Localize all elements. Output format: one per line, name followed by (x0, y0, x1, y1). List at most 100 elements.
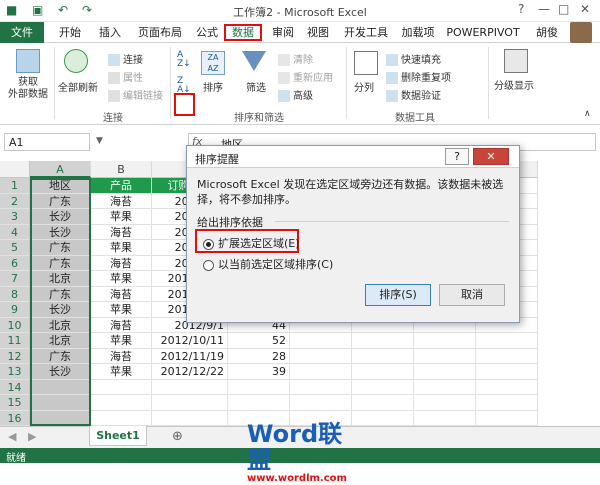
row-header[interactable]: 6 (0, 255, 30, 271)
empty-cell[interactable] (414, 379, 476, 395)
filter-button[interactable]: 筛选 (246, 79, 266, 94)
tab-home[interactable]: 开始 (52, 24, 88, 41)
select-all-corner[interactable] (0, 161, 30, 178)
next-sheet-icon[interactable]: ▶ (28, 430, 36, 443)
tab-view[interactable]: 视图 (302, 24, 334, 41)
empty-cell[interactable] (228, 395, 290, 411)
empty-cell[interactable] (30, 410, 91, 426)
empty-cell[interactable] (352, 333, 414, 349)
dialog-help-button[interactable]: ? (445, 148, 469, 165)
restore-button[interactable]: □ (558, 2, 569, 16)
sheet-tab-sheet1[interactable]: Sheet1 (89, 426, 147, 446)
empty-cell[interactable] (352, 364, 414, 380)
clear-button[interactable]: 清除 (278, 51, 313, 66)
table-cell[interactable]: 苹果 (91, 302, 152, 318)
table-header-cell[interactable]: 地区 (30, 178, 91, 194)
row-header[interactable]: 8 (0, 286, 30, 302)
add-sheet-icon[interactable]: ⊕ (172, 429, 183, 444)
table-cell[interactable]: 海苔 (91, 348, 152, 364)
empty-cell[interactable] (152, 410, 228, 426)
empty-cell[interactable] (476, 379, 538, 395)
table-cell[interactable]: 苹果 (91, 240, 152, 256)
tab-page-layout[interactable]: 页面布局 (132, 24, 188, 41)
edit-links-button[interactable]: 编辑链接 (108, 87, 163, 102)
empty-cell[interactable] (30, 379, 91, 395)
table-cell[interactable]: 苹果 (91, 209, 152, 225)
empty-cell[interactable] (290, 379, 352, 395)
table-cell[interactable]: 长沙 (30, 302, 91, 318)
outline-button[interactable]: 分级显示 (494, 77, 534, 92)
table-cell[interactable]: 52 (228, 333, 290, 349)
empty-cell[interactable] (414, 410, 476, 426)
empty-cell[interactable] (290, 395, 352, 411)
table-cell[interactable]: 长沙 (30, 209, 91, 225)
empty-cell[interactable] (476, 395, 538, 411)
empty-cell[interactable] (30, 395, 91, 411)
table-cell[interactable]: 海苔 (91, 193, 152, 209)
sort-descending-icon[interactable]: Z A↓ (177, 77, 191, 95)
column-header[interactable]: A (30, 161, 91, 178)
table-cell[interactable]: 海苔 (91, 317, 152, 333)
table-cell[interactable]: 海苔 (91, 224, 152, 240)
avatar[interactable] (570, 22, 592, 43)
tab-powerpivot[interactable]: POWERPIVOT (442, 24, 524, 41)
minimize-button[interactable]: — (538, 2, 550, 16)
empty-cell[interactable] (352, 395, 414, 411)
tab-file[interactable]: 文件 (0, 22, 44, 43)
table-header-cell[interactable]: 产品 (91, 178, 152, 194)
table-cell[interactable]: 广东 (30, 255, 91, 271)
radio-expand-selection[interactable]: 扩展选定区域(E) (203, 235, 300, 251)
radio-current-selection[interactable]: 以当前选定区域排序(C) (203, 256, 333, 272)
empty-cell[interactable] (91, 379, 152, 395)
empty-cell[interactable] (414, 395, 476, 411)
name-box[interactable]: A1 (4, 133, 90, 151)
close-button[interactable]: ✕ (580, 2, 590, 16)
properties-button[interactable]: 属性 (108, 69, 143, 84)
table-cell[interactable]: 海苔 (91, 255, 152, 271)
row-header[interactable]: 3 (0, 209, 30, 225)
cancel-button[interactable]: 取消 (439, 284, 505, 306)
table-cell[interactable]: 苹果 (91, 364, 152, 380)
sort-button[interactable]: 排序 (203, 79, 223, 94)
empty-cell[interactable] (414, 348, 476, 364)
empty-cell[interactable] (352, 379, 414, 395)
tab-developer[interactable]: 开发工具 (338, 24, 394, 41)
table-cell[interactable]: 北京 (30, 271, 91, 287)
empty-cell[interactable] (91, 410, 152, 426)
dialog-close-button[interactable]: ✕ (473, 148, 509, 165)
empty-cell[interactable] (414, 333, 476, 349)
table-cell[interactable]: 长沙 (30, 364, 91, 380)
text-to-columns-button[interactable]: 分列 (354, 79, 374, 94)
empty-cell[interactable] (228, 379, 290, 395)
empty-cell[interactable] (152, 379, 228, 395)
table-cell[interactable]: 28 (228, 348, 290, 364)
row-header[interactable]: 7 (0, 271, 30, 287)
empty-cell[interactable] (476, 410, 538, 426)
row-header[interactable]: 10 (0, 317, 30, 333)
connections-button[interactable]: 连接 (108, 51, 143, 66)
name-box-dropdown-icon[interactable]: ▼ (96, 136, 103, 146)
empty-cell[interactable] (91, 395, 152, 411)
empty-cell[interactable] (290, 364, 352, 380)
refresh-all-button[interactable]: 全部刷新 (58, 79, 98, 94)
tab-review[interactable]: 审阅 (266, 24, 300, 41)
empty-cell[interactable] (290, 348, 352, 364)
table-cell[interactable]: 2012/11/19 (152, 348, 228, 364)
row-header[interactable]: 4 (0, 224, 30, 240)
empty-cell[interactable] (352, 410, 414, 426)
row-header[interactable]: 9 (0, 302, 30, 318)
empty-cell[interactable] (476, 348, 538, 364)
reapply-button[interactable]: 重新应用 (278, 69, 333, 84)
table-cell[interactable]: 海苔 (91, 286, 152, 302)
column-header[interactable]: B (91, 161, 152, 178)
row-header[interactable]: 12 (0, 348, 30, 364)
table-cell[interactable]: 广东 (30, 286, 91, 302)
table-cell[interactable]: 2012/10/11 (152, 333, 228, 349)
empty-cell[interactable] (152, 395, 228, 411)
empty-cell[interactable] (352, 348, 414, 364)
tab-addins[interactable]: 加载项 (398, 24, 438, 41)
table-cell[interactable]: 2012/12/22 (152, 364, 228, 380)
sort-button-dialog[interactable]: 排序(S) (365, 284, 431, 306)
table-cell[interactable]: 广东 (30, 348, 91, 364)
empty-cell[interactable] (414, 364, 476, 380)
